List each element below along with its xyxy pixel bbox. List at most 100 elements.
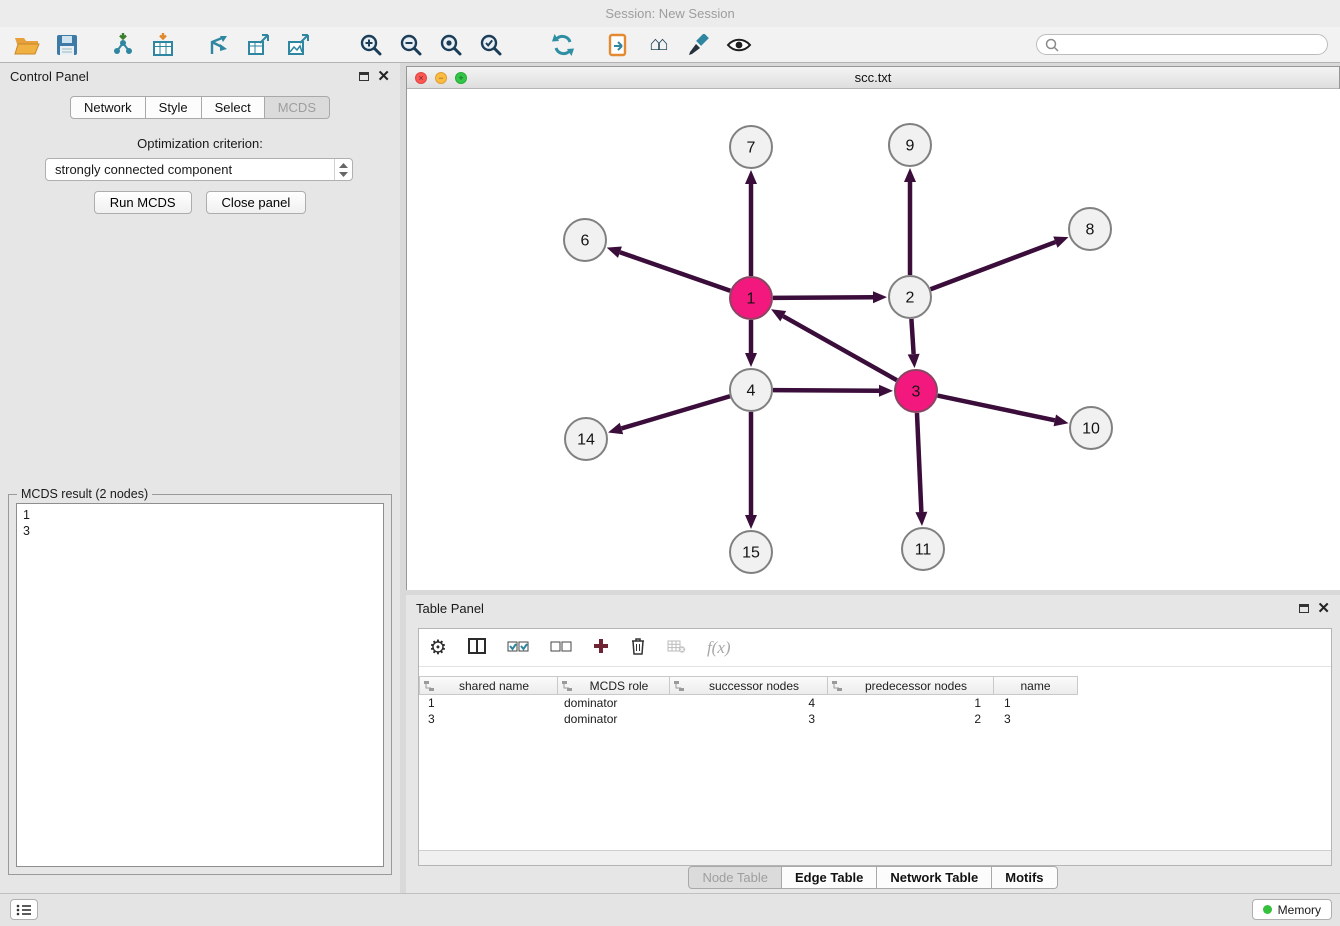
column-header-shared-name[interactable]: shared name	[419, 676, 558, 695]
deselect-all-button[interactable]	[550, 640, 572, 656]
column-header-predecessor-nodes[interactable]: predecessor nodes	[828, 676, 994, 695]
graph-edge-4-3[interactable]	[773, 390, 879, 391]
graph-edge-arrowhead	[915, 512, 927, 526]
table-row[interactable]: 3 dominator 3 2 3	[419, 711, 1331, 727]
cell-mcds-role: dominator	[558, 712, 670, 726]
tab-mcds[interactable]: MCDS	[265, 96, 330, 119]
close-icon[interactable]: ✕	[377, 69, 390, 84]
graph-edge-3-1[interactable]	[783, 316, 897, 380]
graph-edge-2-8[interactable]	[931, 242, 1056, 289]
table-settings-button[interactable]: ⚙	[429, 638, 447, 658]
function-builder-button[interactable]: f(x)	[707, 638, 731, 658]
column-header-name[interactable]: name	[994, 676, 1078, 695]
cell-shared-name: 3	[419, 712, 558, 726]
open-session-button[interactable]	[10, 30, 44, 60]
table-toolbar: ⚙ f(x)	[419, 629, 1331, 667]
close-window-button[interactable]: ×	[415, 72, 427, 84]
export-image-button[interactable]	[282, 30, 316, 60]
show-columns-button[interactable]	[468, 638, 486, 657]
home-icon: ⌂⌂	[649, 33, 668, 56]
graph-node-label: 2	[906, 290, 915, 307]
maximize-window-button[interactable]: +	[455, 72, 467, 84]
graph-edge-arrowhead	[608, 423, 623, 435]
import-table-button[interactable]	[146, 30, 180, 60]
cell-predecessor-nodes: 2	[828, 712, 994, 726]
mcds-result-title: MCDS result (2 nodes)	[17, 487, 152, 501]
minimize-window-button[interactable]: −	[435, 72, 447, 84]
horizontal-scrollbar[interactable]	[419, 850, 1331, 865]
tab-edge-table[interactable]: Edge Table	[782, 866, 877, 889]
mcds-result-box[interactable]: 1 3	[16, 503, 384, 867]
search-box[interactable]	[1036, 34, 1328, 55]
tab-network[interactable]: Network	[70, 96, 146, 119]
close-icon[interactable]: ✕	[1317, 601, 1330, 616]
graph-node-label: 3	[912, 384, 921, 401]
close-panel-button[interactable]: Close panel	[206, 191, 307, 214]
control-panel-tabs: Network Style Select MCDS	[0, 96, 400, 119]
tab-network-table[interactable]: Network Table	[877, 866, 992, 889]
graph-edge-1-6[interactable]	[620, 252, 730, 291]
deselect-all-icon	[550, 640, 572, 653]
float-window-icon[interactable]	[359, 72, 369, 81]
memory-button[interactable]: Memory	[1252, 899, 1332, 920]
tab-motifs[interactable]: Motifs	[992, 866, 1057, 889]
optimization-criterion-select[interactable]: strongly connected component	[45, 158, 353, 181]
import-network-button[interactable]	[106, 30, 140, 60]
cell-name: 1	[994, 696, 1078, 710]
graph-node-label: 7	[747, 140, 756, 157]
graph-edge-arrowhead	[745, 170, 757, 184]
floppy-disk-icon	[56, 34, 78, 56]
zoom-out-icon	[399, 33, 423, 57]
column-header-mcds-role[interactable]: MCDS role	[558, 676, 670, 695]
home-button[interactable]: ⌂⌂	[642, 30, 676, 60]
eye-icon	[726, 37, 752, 53]
search-input[interactable]	[1064, 38, 1319, 52]
status-bar: Memory	[0, 893, 1340, 926]
tab-style[interactable]: Style	[146, 96, 202, 119]
graph-edge-1-2[interactable]	[773, 297, 873, 298]
graph-edge-3-11[interactable]	[917, 413, 921, 512]
zoom-fit-button[interactable]	[434, 30, 468, 60]
network-canvas[interactable]: 7968124314101511	[407, 89, 1340, 590]
tab-select[interactable]: Select	[202, 96, 265, 119]
show-hide-button[interactable]	[722, 30, 756, 60]
create-column-button[interactable]	[593, 638, 609, 657]
save-session-button[interactable]	[50, 30, 84, 60]
tab-node-table[interactable]: Node Table	[688, 866, 782, 889]
delete-table-button[interactable]	[667, 639, 686, 656]
style-marker-button[interactable]	[682, 30, 716, 60]
graph-edge-3-10[interactable]	[938, 396, 1055, 421]
zoom-selected-button[interactable]	[474, 30, 508, 60]
column-header-successor-nodes[interactable]: successor nodes	[670, 676, 828, 695]
graph-node-label: 14	[577, 432, 595, 449]
mcds-result-line: 1	[23, 507, 377, 523]
zoom-in-button[interactable]	[354, 30, 388, 60]
run-mcds-button[interactable]: Run MCDS	[94, 191, 192, 214]
clone-network-button[interactable]	[602, 30, 636, 60]
share-network-button[interactable]	[202, 30, 236, 60]
delete-column-button[interactable]	[630, 636, 646, 659]
network-window: scc.txt × − + 7968124314101511	[406, 66, 1340, 590]
graph-node-label: 4	[747, 383, 756, 400]
import-table-icon	[151, 33, 175, 57]
select-all-icon	[507, 640, 529, 653]
select-all-button[interactable]	[507, 640, 529, 656]
mcds-result-line: 3	[23, 523, 377, 539]
graph-edge-4-14[interactable]	[621, 396, 729, 428]
column-sort-icon	[674, 681, 685, 691]
mcds-result-group: MCDS result (2 nodes) 1 3	[8, 494, 392, 875]
task-history-button[interactable]	[10, 899, 38, 920]
memory-label: Memory	[1278, 903, 1321, 917]
graph-edge-2-3[interactable]	[911, 319, 913, 354]
float-window-icon[interactable]	[1299, 604, 1309, 613]
graph-node-label: 1	[747, 291, 756, 308]
cell-predecessor-nodes: 1	[828, 696, 994, 710]
refresh-layout-button[interactable]	[546, 30, 580, 60]
zoom-out-button[interactable]	[394, 30, 428, 60]
export-table-button[interactable]	[242, 30, 276, 60]
main-toolbar: ⌂⌂	[0, 27, 1340, 63]
cell-name: 3	[994, 712, 1078, 726]
graph-edge-arrowhead	[879, 385, 893, 397]
export-table-icon	[247, 34, 271, 56]
table-row[interactable]: 1 dominator 4 1 1	[419, 695, 1331, 711]
